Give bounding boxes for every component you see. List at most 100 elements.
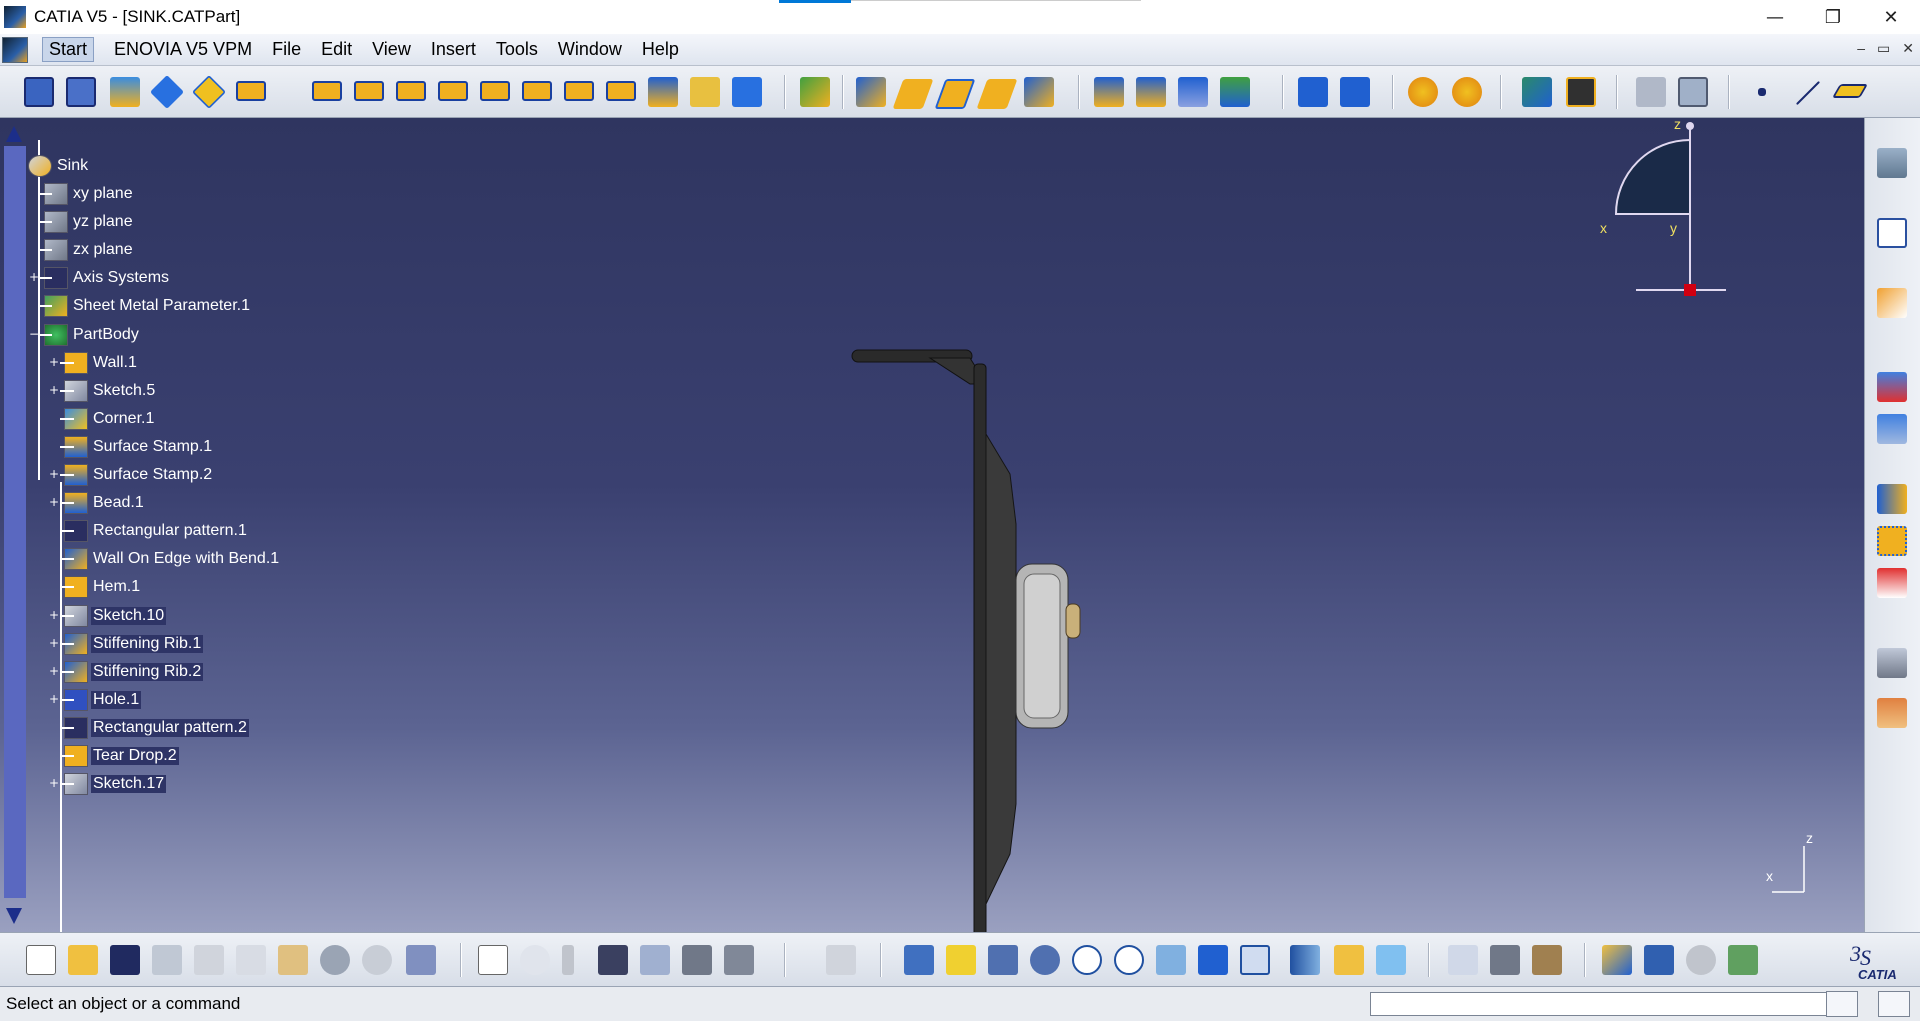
tree-expander[interactable]: + [48, 637, 60, 650]
rectangular-pattern-tool-icon[interactable] [1298, 77, 1328, 107]
3d-viewport[interactable]: Sink xy plane yz plane zx plane + Axis Syste… [0, 118, 1864, 932]
fly-mode-icon[interactable] [904, 945, 934, 975]
tree-node[interactable]: Tear Drop.2 [60, 744, 179, 768]
tree-node[interactable]: Rectangular pattern.1 [60, 519, 249, 543]
tear-drop-tool-icon[interactable] [480, 81, 510, 101]
parameter-icon[interactable] [1877, 414, 1907, 444]
tree-node[interactable]: Sheet Metal Parameter.1 [38, 294, 252, 318]
normal-view-icon[interactable] [1156, 945, 1186, 975]
search-button[interactable] [1878, 991, 1910, 1017]
tree-node[interactable]: Corner.1 [60, 407, 156, 431]
solid-icon[interactable] [150, 75, 184, 109]
multi-view-icon[interactable] [1198, 945, 1228, 975]
tree-node[interactable]: + Sketch.5 [49, 379, 157, 403]
shading-icon[interactable] [1290, 945, 1320, 975]
tree-node[interactable]: + Surface Stamp.2 [49, 463, 214, 487]
circular-pattern-icon[interactable] [1340, 77, 1370, 107]
command-list-button[interactable] [1826, 991, 1858, 1017]
fit-all-icon[interactable] [946, 945, 976, 975]
print-icon[interactable] [152, 945, 182, 975]
plane-tool-icon[interactable] [1831, 84, 1869, 98]
tree-node[interactable]: Surface Stamp.1 [60, 435, 214, 459]
design-table-icon[interactable] [598, 945, 628, 975]
rib-tool-icon[interactable] [1136, 77, 1166, 107]
tree-node[interactable]: + Sketch.10 [49, 604, 167, 628]
open-icon[interactable] [68, 945, 98, 975]
restore-button[interactable]: ❐ [1804, 0, 1862, 34]
menu-insert[interactable]: Insert [431, 39, 476, 60]
tree-node[interactable]: + Sketch.17 [49, 772, 167, 796]
zoom-out-icon[interactable] [1114, 945, 1144, 975]
user-flange-icon[interactable] [522, 81, 552, 101]
menu-enovia[interactable]: ENOVIA V5 VPM [114, 39, 252, 60]
wall-tool-icon[interactable] [236, 81, 266, 101]
hide-show-icon[interactable] [1334, 945, 1364, 975]
sketcher-icon[interactable] [1877, 218, 1907, 248]
law-icon[interactable] [562, 945, 574, 975]
unfold-icon[interactable] [690, 77, 720, 107]
fold-icon[interactable] [732, 77, 762, 107]
swap-visible-space-icon[interactable] [1376, 945, 1406, 975]
doc-minimize-button[interactable]: – [1857, 40, 1865, 57]
reverse-flange-icon[interactable] [564, 81, 594, 101]
catalog-icon[interactable] [682, 945, 712, 975]
scroll-down-arrow[interactable] [6, 908, 22, 924]
tree-expander[interactable]: + [48, 384, 60, 397]
curvature-analysis-icon[interactable] [1686, 945, 1716, 975]
minimize-button[interactable]: — [1746, 0, 1804, 34]
paste-icon[interactable] [278, 945, 308, 975]
whats-this-icon[interactable] [406, 945, 436, 975]
menu-window[interactable]: Window [558, 39, 622, 60]
tree-expander[interactable]: + [48, 496, 60, 509]
knowledge-advisor-icon[interactable] [520, 945, 550, 975]
compass-handle[interactable] [1684, 284, 1696, 296]
redo-icon[interactable] [362, 945, 392, 975]
zoom-in-icon[interactable] [1072, 945, 1102, 975]
tree-expander[interactable]: + [28, 271, 40, 284]
menu-file[interactable]: File [272, 39, 301, 60]
pattern-feature-icon[interactable] [1877, 526, 1907, 556]
axis-system-icon[interactable] [1877, 372, 1907, 402]
menu-view[interactable]: View [372, 39, 411, 60]
tree-node[interactable]: + Axis Systems [29, 266, 171, 290]
flat-pattern-icon[interactable] [1408, 77, 1438, 107]
undo-icon[interactable] [320, 945, 350, 975]
point-icon[interactable] [1758, 88, 1766, 96]
menu-edit[interactable]: Edit [321, 39, 352, 60]
conical-bend-icon[interactable] [648, 77, 678, 107]
transformation-icon[interactable] [1522, 77, 1552, 107]
tree-node[interactable]: xy plane [38, 182, 135, 206]
tree-expander[interactable]: + [48, 693, 60, 706]
measure-item-icon[interactable] [1678, 77, 1708, 107]
tree-expander[interactable]: + [48, 468, 60, 481]
extrusion-icon[interactable] [312, 81, 342, 101]
hole-tool-icon[interactable] [66, 77, 96, 107]
render-icon[interactable] [1728, 945, 1758, 975]
views-management-icon[interactable] [1452, 77, 1482, 107]
select-arrow-icon[interactable] [1877, 288, 1907, 318]
draft-analysis-icon[interactable] [1644, 945, 1674, 975]
measure-icon[interactable] [1448, 945, 1478, 975]
tree-scrollbar[interactable] [2, 122, 26, 924]
chamfer-icon[interactable] [976, 79, 1018, 109]
corner-tool-icon[interactable] [934, 79, 976, 109]
line-icon[interactable] [1795, 80, 1821, 106]
stiffening-rib-tool-icon[interactable] [1094, 77, 1124, 107]
menu-start[interactable]: Start [42, 37, 95, 62]
catia-doc-icon[interactable] [2, 36, 28, 63]
tree-expander[interactable]: + [48, 665, 60, 678]
measure-between-icon[interactable] [1636, 77, 1666, 107]
formula-icon[interactable] [478, 945, 508, 975]
analysis-icon[interactable] [1602, 945, 1632, 975]
close-button[interactable]: ✕ [1862, 0, 1920, 34]
tree-node[interactable]: Rectangular pattern.2 [60, 716, 249, 740]
isometric-view-icon[interactable] [1240, 945, 1270, 975]
tree-node[interactable]: zx plane [38, 238, 135, 262]
swept-wall-icon[interactable] [354, 81, 384, 101]
tree-node[interactable]: Hem.1 [60, 575, 142, 599]
update-icon[interactable] [826, 945, 856, 975]
tree-expander[interactable]: − [28, 328, 40, 341]
recognize-icon[interactable] [110, 77, 140, 107]
compass-widget[interactable] [1586, 118, 1726, 306]
save-icon[interactable] [110, 945, 140, 975]
